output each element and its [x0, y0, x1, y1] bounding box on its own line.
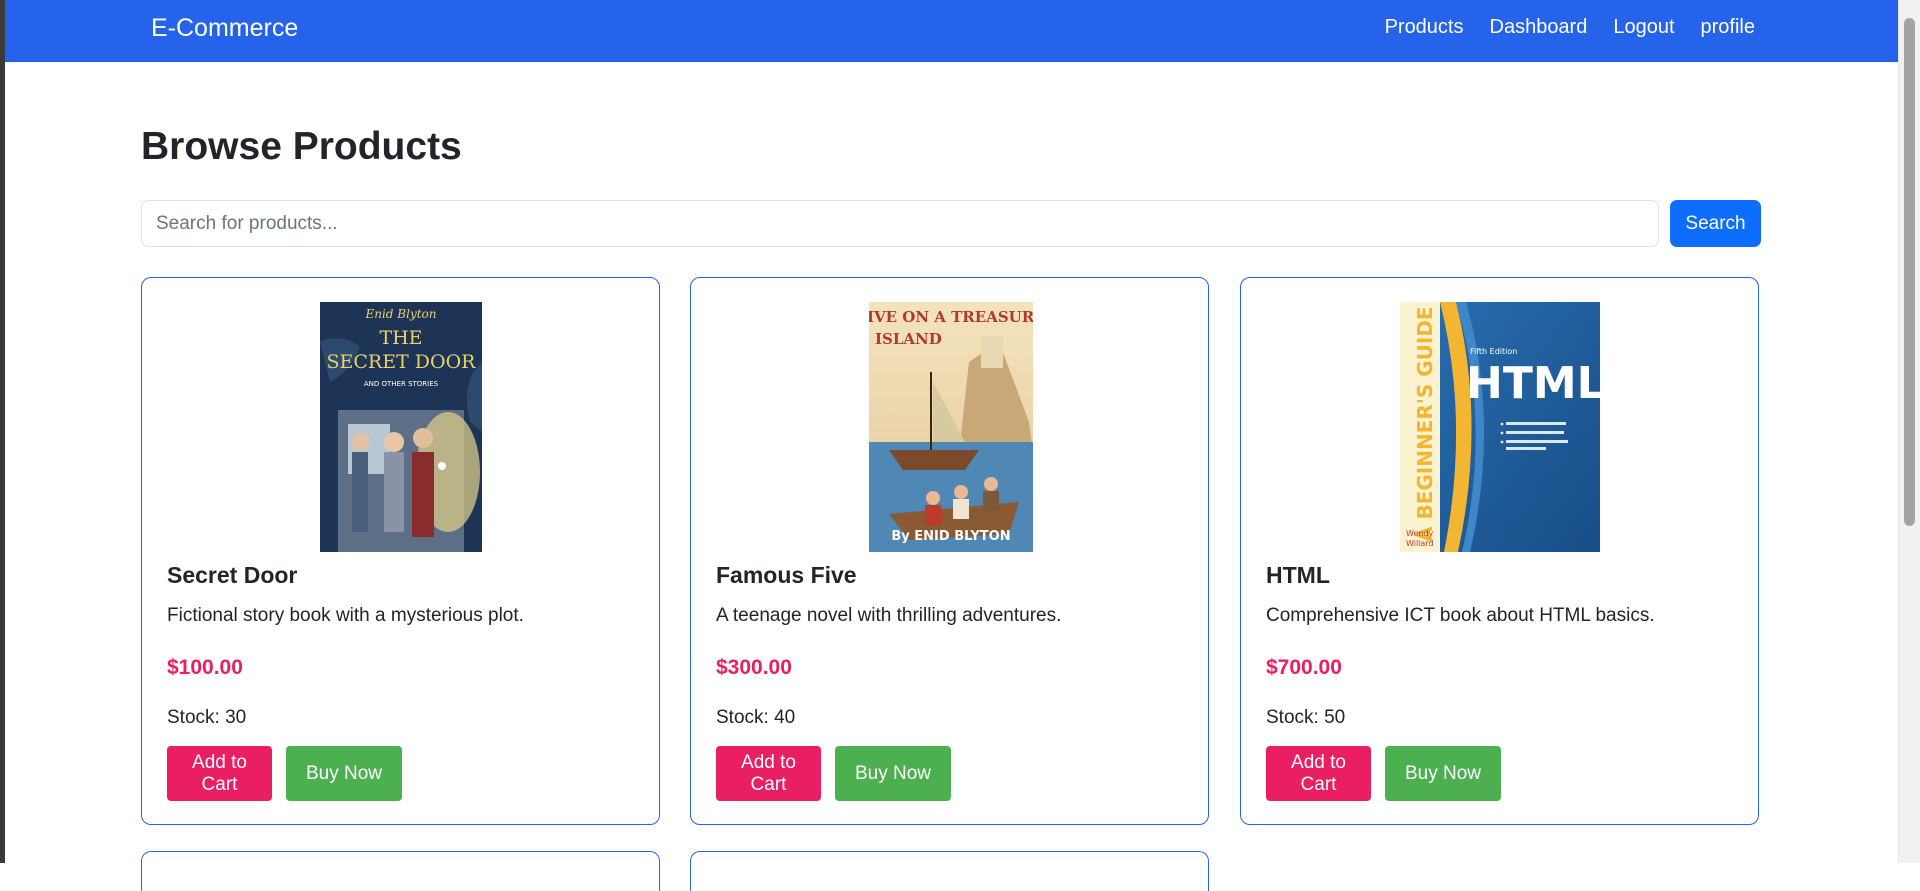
cover-title-line-1: FIVE ON A TREASURE: [869, 308, 1033, 326]
product-title: HTML: [1266, 562, 1330, 588]
cover-author-last: Willard: [1406, 539, 1434, 548]
cover-subtitle: AND OTHER STORIES: [364, 380, 439, 388]
brand-logo[interactable]: E-Commerce: [151, 14, 298, 43]
product-price: $700.00: [1266, 656, 1342, 679]
product-description: Fictional story book with a mysterious p…: [167, 605, 524, 626]
product-price: $100.00: [167, 656, 243, 679]
window-left-edge: [0, 0, 5, 863]
cover-title-line-2: ISLAND: [875, 330, 942, 348]
cover-title-line-1: THE: [379, 327, 422, 349]
nav-link-profile[interactable]: profile: [1701, 16, 1755, 39]
nav-links: Products Dashboard Logout profile: [1385, 16, 1755, 39]
scrollbar-track[interactable]: [1898, 0, 1920, 863]
cover-title-text: HTML: [1466, 358, 1600, 409]
page-title: Browse Products: [141, 125, 462, 168]
product-image-famous-five[interactable]: FIVE ON A TREASURE ISLAND By ENID BLYTON: [869, 302, 1033, 552]
nav-link-products[interactable]: Products: [1385, 16, 1464, 39]
product-description: A teenage novel with thrilling adventure…: [716, 605, 1062, 626]
product-price: $300.00: [716, 656, 792, 679]
cover-title-line-2: SECRET DOOR: [326, 351, 476, 373]
product-image-secret-door[interactable]: Enid Blyton THE SECRET DOOR AND OTHER ST…: [320, 302, 482, 552]
top-navbar: E-Commerce Products Dashboard Logout pro…: [5, 0, 1898, 62]
product-stock: Stock: 30: [167, 707, 247, 728]
product-card-famous-five: FIVE ON A TREASURE ISLAND By ENID BLYTON…: [690, 277, 1209, 825]
search-input[interactable]: [141, 200, 1659, 247]
buy-now-button[interactable]: Buy Now: [835, 746, 951, 801]
add-to-cart-button[interactable]: Add to Cart: [716, 746, 821, 801]
product-card-html: A BEGINNER'S GUIDE Fifth Edition HTML We…: [1240, 277, 1759, 825]
add-to-cart-button[interactable]: Add to Cart: [167, 746, 272, 801]
product-title: Famous Five: [716, 562, 857, 588]
nav-link-dashboard[interactable]: Dashboard: [1490, 16, 1588, 39]
cover-author-first: Wendy: [1406, 529, 1434, 538]
product-card-secret-door: Enid Blyton THE SECRET DOOR AND OTHER ST…: [141, 277, 660, 825]
search-button[interactable]: Search: [1670, 200, 1761, 247]
nav-link-logout[interactable]: Logout: [1613, 16, 1674, 39]
product-stock: Stock: 50: [1266, 707, 1346, 728]
scrollbar-thumb[interactable]: [1904, 18, 1915, 526]
product-image-html[interactable]: A BEGINNER'S GUIDE Fifth Edition HTML We…: [1400, 302, 1600, 552]
cover-edition-text: Fifth Edition: [1470, 347, 1517, 356]
buy-now-button[interactable]: Buy Now: [1385, 746, 1501, 801]
product-stock: Stock: 40: [716, 707, 796, 728]
add-to-cart-button[interactable]: Add to Cart: [1266, 746, 1371, 801]
product-description: Comprehensive ICT book about HTML basics…: [1266, 605, 1655, 626]
cover-author-text: Enid Blyton: [364, 307, 436, 321]
cover-author-text: By ENID BLYTON: [891, 529, 1010, 544]
product-card-partial: [141, 851, 660, 891]
cover-spine-text: A BEGINNER'S GUIDE: [1413, 306, 1437, 542]
product-card-partial: [690, 851, 1209, 891]
product-title: Secret Door: [167, 562, 298, 588]
buy-now-button[interactable]: Buy Now: [286, 746, 402, 801]
